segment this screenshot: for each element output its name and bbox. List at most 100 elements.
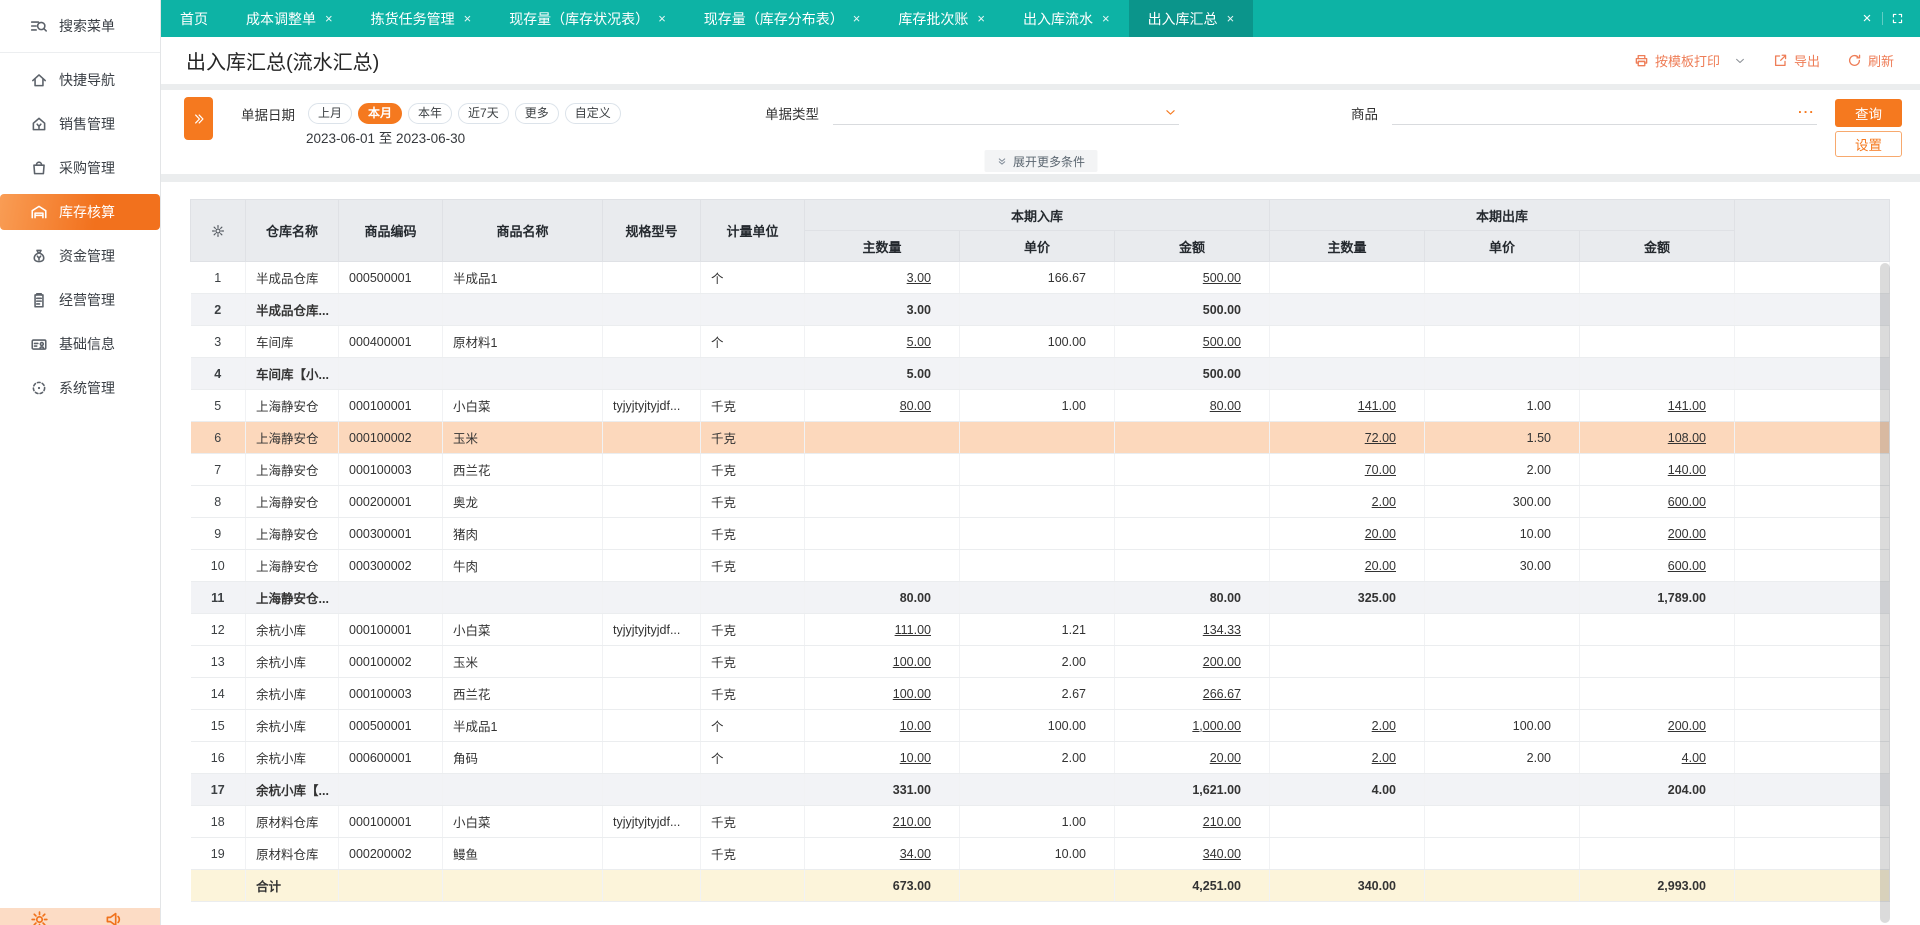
drilldown-link[interactable]: 108.00 [1668, 431, 1706, 445]
settings-button[interactable]: 设置 [1835, 131, 1902, 157]
table-row[interactable]: 10 上海静安仓 000300002 牛肉 千克 20.00 30.00 600.00 [190, 549, 1890, 582]
table-row[interactable]: 8 上海静安仓 000200001 奥龙 千克 2.00 300.00 600.00 [190, 485, 1890, 518]
header-action-2[interactable]: 导出 [1773, 51, 1820, 70]
cell-in-amount[interactable]: 1,000.00 [1114, 709, 1270, 742]
table-row[interactable]: 13 余杭小库 000100002 玉米 千克 100.00 2.00 200.00 [190, 645, 1890, 678]
table-row[interactable]: 6 上海静安仓 000100002 玉米 千克 72.00 1.50 108.00 [190, 421, 1890, 454]
drilldown-link[interactable]: 140.00 [1668, 463, 1706, 477]
header-action-1[interactable]: 按模板打印 [1634, 51, 1746, 70]
speaker-icon[interactable] [105, 910, 124, 925]
chevron-down-icon[interactable] [1734, 55, 1746, 67]
cell-in-amount[interactable]: 134.33 [1114, 613, 1270, 646]
close-all-tabs-icon[interactable]: × [1852, 10, 1882, 27]
tab-1[interactable]: 首页 [161, 0, 227, 37]
cell-in-amount[interactable]: 500.00 [1114, 261, 1270, 294]
cell-in-qty[interactable]: 100.00 [804, 645, 960, 678]
gear-icon[interactable] [30, 910, 49, 925]
cell-out-amount[interactable]: 200.00 [1579, 517, 1735, 550]
column-header-5[interactable]: 计量单位 [700, 199, 805, 262]
cell-out-qty[interactable]: 20.00 [1269, 517, 1425, 550]
drilldown-link[interactable]: 100.00 [893, 687, 931, 701]
cell-in-amount[interactable]: 80.00 [1114, 389, 1270, 422]
drilldown-link[interactable]: 141.00 [1358, 399, 1396, 413]
drilldown-link[interactable]: 134.33 [1203, 623, 1241, 637]
table-row[interactable]: 18 原材料仓库 000100001 小白菜 tyjyjtyjtyjdf... 千克 210… [190, 805, 1890, 838]
drilldown-link[interactable]: 34.00 [900, 847, 931, 861]
table-row[interactable]: 15 余杭小库 000500001 半成品1 个 10.00 100.00 1,000.00 2… [190, 709, 1890, 742]
vertical-scrollbar[interactable] [1880, 263, 1890, 923]
drilldown-link[interactable]: 4.00 [1682, 751, 1706, 765]
total-row[interactable]: 合计 673.00 4,251.00 340.00 2,993.00 [190, 869, 1890, 902]
sub-header-out-2[interactable]: 单价 [1424, 230, 1580, 262]
drilldown-link[interactable]: 20.00 [1365, 559, 1396, 573]
cell-in-amount[interactable]: 500.00 [1114, 325, 1270, 358]
table-row[interactable]: 16 余杭小库 000600001 角码 个 10.00 2.00 20.00 2.00 2.00… [190, 741, 1890, 774]
close-icon[interactable]: × [1102, 11, 1110, 26]
cell-out-amount[interactable]: 600.00 [1579, 549, 1735, 582]
gear-icon[interactable] [211, 224, 225, 238]
cell-out-qty[interactable]: 70.00 [1269, 453, 1425, 486]
cell-out-amount[interactable]: 141.00 [1579, 389, 1735, 422]
cell-in-qty[interactable]: 80.00 [804, 389, 960, 422]
table-row[interactable]: 12 余杭小库 000100001 小白菜 tyjyjtyjtyjdf... 千克 111.… [190, 613, 1890, 646]
cell-in-qty[interactable]: 100.00 [804, 677, 960, 710]
table-row[interactable]: 3 车间库 000400001 原材料1 个 5.00 100.00 500.00 [190, 325, 1890, 358]
table-row[interactable]: 14 余杭小库 000100003 西兰花 千克 100.00 2.67 266.67 [190, 677, 1890, 710]
search-button[interactable]: 查询 [1835, 99, 1902, 127]
date-pill-自定义[interactable]: 自定义 [564, 103, 621, 124]
date-pill-本月[interactable]: 本月 [358, 103, 403, 124]
tab-7[interactable]: 出入库流水 × [1004, 0, 1129, 37]
table-row[interactable]: 7 上海静安仓 000100003 西兰花 千克 70.00 2.00 140.00 [190, 453, 1890, 486]
close-icon[interactable]: × [853, 11, 861, 26]
drilldown-link[interactable]: 210.00 [893, 815, 931, 829]
cell-in-qty[interactable]: 34.00 [804, 837, 960, 870]
expand-more-conditions-button[interactable]: 展开更多条件 [983, 150, 1098, 172]
cell-out-qty[interactable]: 2.00 [1269, 485, 1425, 518]
sidebar-item-8[interactable]: 基础信息 [0, 326, 160, 362]
drilldown-link[interactable]: 20.00 [1210, 751, 1241, 765]
date-pill-本年[interactable]: 本年 [408, 103, 453, 124]
drilldown-link[interactable]: 20.00 [1365, 527, 1396, 541]
drilldown-link[interactable]: 80.00 [900, 399, 931, 413]
tab-5[interactable]: 现存量（库存分布表） × [685, 0, 880, 37]
drilldown-link[interactable]: 210.00 [1203, 815, 1241, 829]
close-icon[interactable]: × [977, 11, 985, 26]
column-header-3[interactable]: 商品名称 [442, 199, 603, 262]
cell-out-amount[interactable]: 200.00 [1579, 709, 1735, 742]
cell-in-qty[interactable]: 3.00 [804, 261, 960, 294]
sidebar-item-1[interactable]: 搜索菜单 [0, 8, 160, 44]
date-range-value[interactable]: 2023-06-01 至 2023-06-30 [306, 127, 465, 147]
collapse-filter-button[interactable] [184, 97, 213, 140]
doc-type-input[interactable] [833, 103, 1179, 125]
close-icon[interactable]: × [1227, 11, 1235, 26]
cell-in-qty[interactable]: 111.00 [804, 613, 960, 646]
drilldown-link[interactable]: 2.00 [1372, 751, 1396, 765]
subtotal-row[interactable]: 4 车间库【小... 5.00 500.00 [190, 357, 1890, 390]
cell-out-qty[interactable]: 2.00 [1269, 709, 1425, 742]
cell-out-amount[interactable]: 4.00 [1579, 741, 1735, 774]
cell-in-amount[interactable]: 340.00 [1114, 837, 1270, 870]
column-header-1[interactable]: 仓库名称 [245, 199, 339, 262]
cell-out-amount[interactable]: 108.00 [1579, 421, 1735, 454]
tab-3[interactable]: 拣货任务管理 × [352, 0, 491, 37]
cell-out-amount[interactable]: 140.00 [1579, 453, 1735, 486]
drilldown-link[interactable]: 3.00 [907, 271, 931, 285]
date-pill-近7天[interactable]: 近7天 [458, 103, 509, 124]
close-icon[interactable]: × [464, 11, 472, 26]
subtotal-row[interactable]: 2 半成品仓库... 3.00 500.00 [190, 293, 1890, 326]
tab-2[interactable]: 成本调整单 × [227, 0, 352, 37]
drilldown-link[interactable]: 200.00 [1203, 655, 1241, 669]
drilldown-link[interactable]: 200.00 [1668, 719, 1706, 733]
drilldown-link[interactable]: 5.00 [907, 335, 931, 349]
ellipsis-icon[interactable]: ... [1798, 101, 1815, 116]
cell-out-qty[interactable]: 141.00 [1269, 389, 1425, 422]
cell-out-amount[interactable]: 600.00 [1579, 485, 1735, 518]
tab-4[interactable]: 现存量（库存状况表） × [490, 0, 685, 37]
drilldown-link[interactable]: 10.00 [900, 751, 931, 765]
drilldown-link[interactable]: 80.00 [1210, 399, 1241, 413]
column-header-2[interactable]: 商品编码 [338, 199, 443, 262]
column-settings-header[interactable] [190, 199, 246, 262]
sub-header-in-3[interactable]: 金额 [1114, 230, 1270, 262]
table-row[interactable]: 19 原材料仓库 000200002 鳗鱼 千克 34.00 10.00 340.00 [190, 837, 1890, 870]
column-header-4[interactable]: 规格型号 [602, 199, 701, 262]
